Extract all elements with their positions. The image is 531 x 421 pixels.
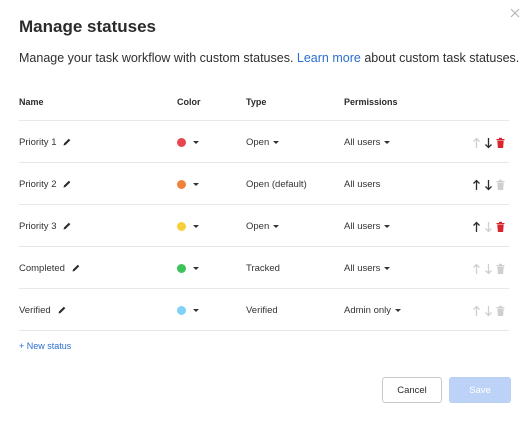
type-dropdown[interactable]: Open — [246, 121, 280, 163]
pencil-icon[interactable] — [62, 221, 72, 231]
caret-down-icon — [193, 224, 199, 228]
color-swatch — [177, 263, 186, 273]
pencil-icon[interactable] — [62, 137, 72, 147]
delete-icon — [496, 304, 505, 316]
row-actions — [472, 163, 505, 205]
move-down-icon — [484, 262, 493, 275]
pencil-icon[interactable] — [71, 263, 81, 273]
status-name: Priority 3 — [19, 220, 57, 232]
row-divider — [19, 330, 509, 331]
permissions-value: Admin only — [344, 304, 391, 316]
status-name-cell: Priority 3 — [19, 205, 72, 247]
caret-down-icon — [384, 266, 391, 270]
new-status-button[interactable]: + New status — [19, 341, 71, 351]
row-actions — [472, 121, 505, 163]
color-picker[interactable] — [177, 289, 199, 331]
dialog-title: Manage statuses — [19, 17, 156, 36]
color-swatch — [177, 221, 186, 231]
permissions-value: All users — [344, 178, 381, 190]
type-value: Open (default) — [246, 178, 307, 190]
type-value: Tracked — [246, 262, 280, 274]
color-swatch — [177, 137, 186, 147]
color-picker[interactable] — [177, 205, 199, 247]
subtitle-text: Manage your task workflow with custom st… — [19, 51, 294, 65]
caret-down-icon — [193, 266, 199, 270]
caret-down-icon — [395, 308, 401, 312]
color-picker[interactable] — [177, 121, 199, 163]
save-button[interactable]: Save — [449, 377, 511, 403]
caret-down-icon — [193, 182, 199, 186]
status-name: Priority 1 — [19, 136, 57, 148]
type-value: Open — [246, 220, 270, 232]
manage-statuses-dialog: Manage statuses Manage your task workflo… — [0, 0, 531, 421]
column-header-name: Name — [19, 97, 44, 107]
type-value: Verified — [246, 304, 278, 316]
move-up-icon[interactable] — [472, 178, 481, 190]
pencil-icon[interactable] — [62, 179, 72, 189]
row-actions — [472, 247, 505, 289]
type-label: Tracked — [246, 247, 280, 289]
table-row: Priority 2 Open (default) All users — [0, 163, 531, 205]
type-value: Open — [246, 136, 270, 148]
permissions-dropdown[interactable]: All users — [344, 247, 391, 289]
type-dropdown[interactable]: Open — [246, 205, 280, 247]
permissions-value: All users — [344, 262, 381, 274]
close-icon[interactable] — [508, 6, 522, 20]
table-row: Priority 3 Open All users — [0, 205, 531, 247]
move-down-icon — [484, 304, 493, 317]
delete-icon — [496, 178, 505, 190]
row-actions — [472, 205, 505, 247]
move-up-icon[interactable] — [472, 220, 481, 232]
status-name-cell: Completed — [19, 247, 81, 289]
move-up-icon — [472, 136, 481, 148]
cancel-button[interactable]: Cancel — [382, 377, 442, 403]
learn-more-link[interactable]: Learn more — [297, 51, 361, 65]
column-header-color: Color — [177, 97, 201, 107]
caret-down-icon — [384, 224, 391, 228]
table-row: Completed Tracked All users — [0, 247, 531, 289]
status-name-cell: Priority 1 — [19, 121, 72, 163]
table-row: Verified Verified Admin only — [0, 289, 531, 331]
caret-down-icon — [193, 140, 199, 144]
status-name: Completed — [19, 262, 65, 274]
permissions-value: All users — [344, 220, 381, 232]
color-picker[interactable] — [177, 247, 199, 289]
permissions-label: All users — [344, 163, 380, 205]
column-header-type: Type — [246, 97, 267, 107]
color-swatch — [177, 305, 186, 315]
color-picker[interactable] — [177, 163, 199, 205]
dialog-subtitle: Manage your task workflow with custom st… — [19, 51, 519, 65]
move-down-icon[interactable] — [484, 136, 493, 149]
type-label: Verified — [246, 289, 278, 331]
column-header-permissions: Permissions — [344, 97, 398, 107]
caret-down-icon — [193, 308, 199, 312]
row-actions — [472, 289, 505, 331]
caret-down-icon — [273, 140, 280, 144]
delete-icon[interactable] — [496, 220, 505, 232]
status-name: Verified — [19, 304, 51, 316]
type-label: Open (default) — [246, 163, 307, 205]
caret-down-icon — [384, 140, 391, 144]
caret-down-icon — [273, 224, 280, 228]
permissions-value: All users — [344, 136, 381, 148]
status-name-cell: Verified — [19, 289, 67, 331]
move-down-icon[interactable] — [484, 178, 493, 191]
move-up-icon — [472, 262, 481, 274]
color-swatch — [177, 179, 186, 189]
permissions-dropdown[interactable]: Admin only — [344, 289, 401, 331]
move-up-icon — [472, 304, 481, 316]
delete-icon[interactable] — [496, 136, 505, 148]
pencil-icon[interactable] — [57, 305, 67, 315]
status-name-cell: Priority 2 — [19, 163, 72, 205]
delete-icon — [496, 262, 505, 274]
table-row: Priority 1 Open All users — [0, 121, 531, 163]
subtitle-text-end: about custom task statuses. — [364, 51, 520, 65]
permissions-dropdown[interactable]: All users — [344, 205, 391, 247]
move-down-icon — [484, 220, 493, 233]
status-name: Priority 2 — [19, 178, 57, 190]
permissions-dropdown[interactable]: All users — [344, 121, 391, 163]
